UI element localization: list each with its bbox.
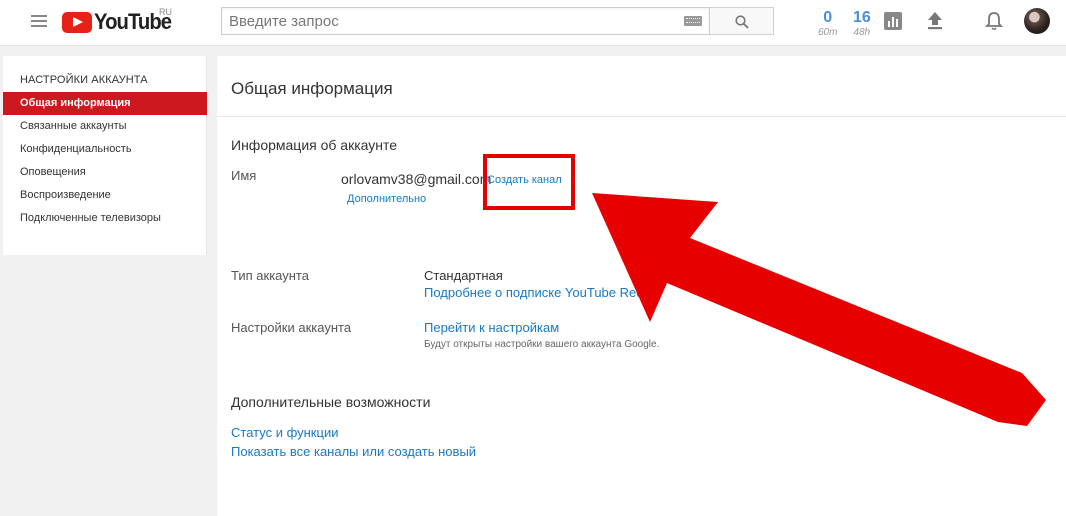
stat-period: 60m xyxy=(818,27,838,38)
search-box xyxy=(221,7,710,35)
search-button[interactable] xyxy=(710,7,774,35)
play-icon xyxy=(62,11,92,33)
name-label: Имя xyxy=(231,168,257,183)
account-settings-label: Настройки аккаунта xyxy=(231,320,352,335)
avatar[interactable] xyxy=(1024,8,1050,34)
account-type-label: Тип аккаунта xyxy=(231,268,309,283)
extra-features-heading: Дополнительные возможности xyxy=(231,394,431,410)
sidebar-item-linked-accounts[interactable]: Связанные аккаунты xyxy=(3,115,207,138)
masthead: YouTube RU 0 60m 16 48h xyxy=(0,0,1066,46)
sidebar-item-playback[interactable]: Воспроизведение xyxy=(3,184,207,207)
logo-region: RU xyxy=(159,7,172,17)
status-features-link[interactable]: Статус и функции xyxy=(231,425,338,440)
upload-icon[interactable] xyxy=(927,11,943,30)
youtube-red-link[interactable]: Подробнее о подписке YouTube Red xyxy=(424,285,643,300)
go-to-settings-link[interactable]: Перейти к настройкам xyxy=(424,320,559,335)
sidebar-heading: Настройки аккаунта xyxy=(20,74,148,86)
settings-sidebar: Настройки аккаунта Общая информация Связ… xyxy=(3,56,207,255)
analytics-icon[interactable] xyxy=(884,12,902,30)
notifications-bell-icon[interactable] xyxy=(985,11,1003,31)
account-type-value: Стандартная xyxy=(424,268,503,283)
main-content: Общая информация Информация об аккаунте … xyxy=(217,56,1066,516)
keyboard-icon[interactable] xyxy=(684,16,702,26)
menu-icon[interactable] xyxy=(31,15,47,27)
search-icon xyxy=(735,15,749,29)
stat-value: 16 xyxy=(853,9,871,26)
stat-value: 0 xyxy=(823,9,833,26)
search-input[interactable] xyxy=(222,8,677,34)
views-stat-48h[interactable]: 16 48h xyxy=(853,9,871,38)
sidebar-item-notifications[interactable]: Оповещения xyxy=(3,161,207,184)
all-channels-link[interactable]: Показать все каналы или создать новый xyxy=(231,444,476,459)
account-info-heading: Информация об аккаунте xyxy=(231,137,398,153)
sidebar-item-privacy[interactable]: Конфиденциальность xyxy=(3,138,207,161)
sidebar-item-general[interactable]: Общая информация xyxy=(3,92,207,115)
account-email: orlovamv38@gmail.com xyxy=(341,171,492,187)
settings-hint: Будут открыты настройки вашего аккаунта … xyxy=(424,339,660,350)
views-stat-60m[interactable]: 0 60m xyxy=(818,9,837,38)
annotation-highlight-box xyxy=(483,154,575,210)
more-info-link[interactable]: Дополнительно xyxy=(347,193,426,205)
stat-period: 48h xyxy=(853,27,871,38)
sidebar-item-connected-tvs[interactable]: Подключенные телевизоры xyxy=(3,207,207,230)
page-title: Общая информация xyxy=(231,79,393,98)
main-header: Общая информация xyxy=(217,56,1066,117)
